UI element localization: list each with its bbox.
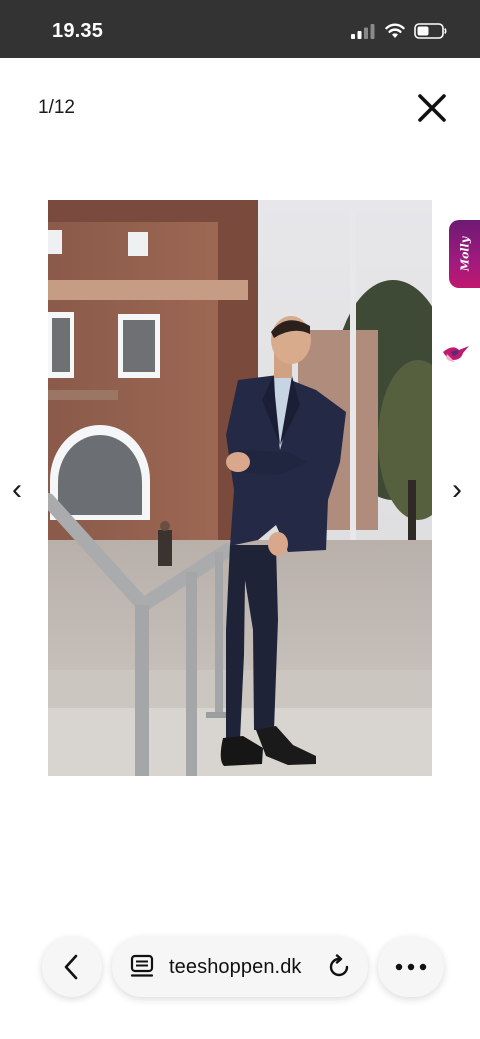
next-image-button[interactable]: › xyxy=(452,475,462,505)
reload-icon[interactable] xyxy=(326,954,352,980)
chevron-left-icon xyxy=(64,954,78,980)
status-time: 19.35 xyxy=(52,20,104,42)
close-icon[interactable] xyxy=(412,88,452,128)
more-options-button[interactable] xyxy=(378,937,444,997)
back-button[interactable] xyxy=(42,937,102,997)
cellular-signal-icon xyxy=(351,24,375,39)
page-icon xyxy=(130,954,154,977)
more-dots-icon xyxy=(395,963,427,971)
molly-label: Molly xyxy=(458,236,471,272)
wifi-icon xyxy=(385,23,405,38)
product-photo xyxy=(48,200,432,776)
molly-widget-tab[interactable]: Molly xyxy=(449,220,480,288)
bird-icon[interactable] xyxy=(441,340,471,368)
previous-image-button[interactable]: ‹ xyxy=(12,475,22,505)
battery-icon xyxy=(414,23,447,39)
url-text: teeshoppen.dk xyxy=(169,956,302,978)
image-counter: 1/12 xyxy=(38,97,75,118)
address-bar[interactable]: teeshoppen.dk xyxy=(112,937,368,997)
status-bar: 19.35 xyxy=(0,0,480,58)
